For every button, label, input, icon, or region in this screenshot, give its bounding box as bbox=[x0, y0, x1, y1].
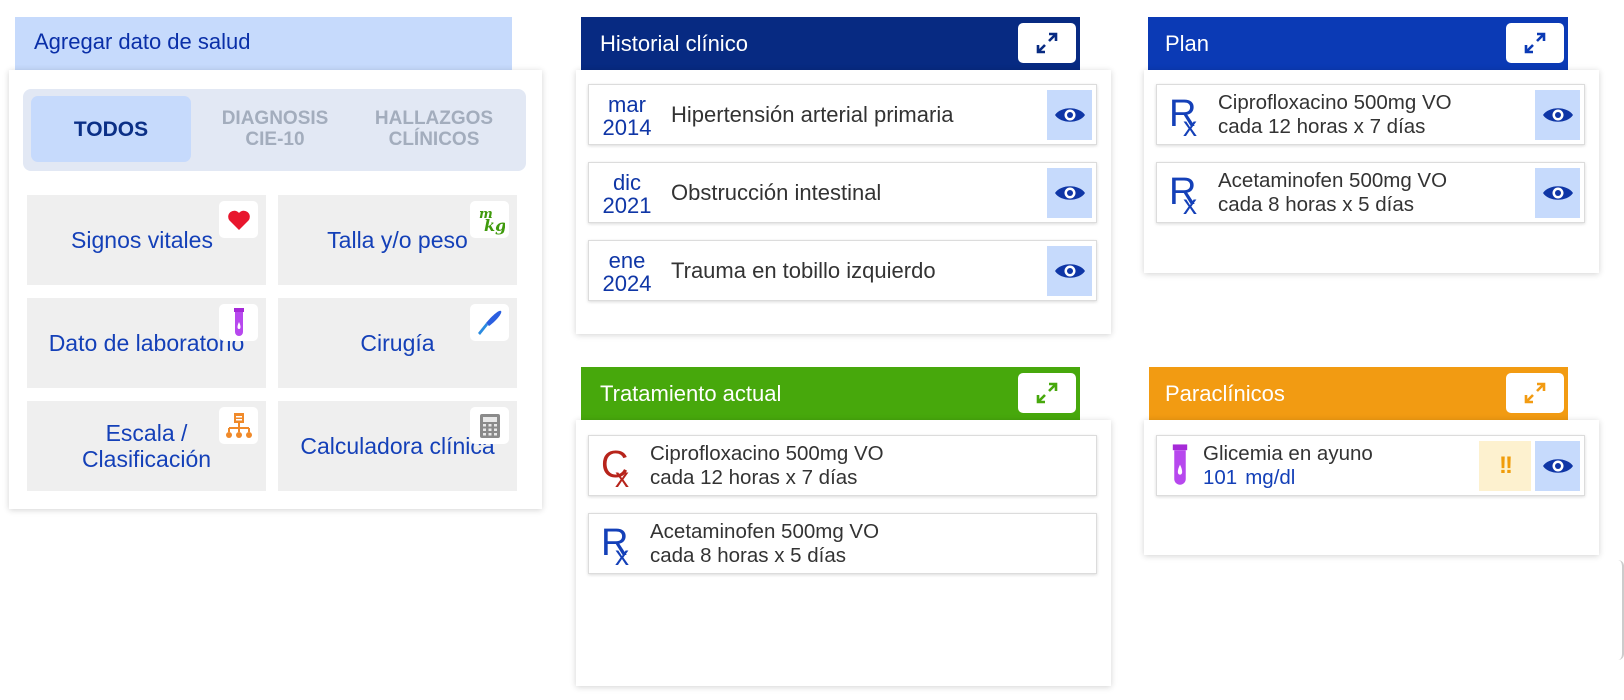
rx-icon: Rx bbox=[1169, 171, 1197, 216]
med-text: Acetaminofen 500mg VO cada 8 horas x 5 dí… bbox=[650, 520, 880, 567]
view-button[interactable] bbox=[1535, 90, 1580, 140]
hierarchy-icon bbox=[219, 407, 258, 444]
expand-icon bbox=[1524, 32, 1546, 54]
svg-text:x: x bbox=[615, 462, 629, 489]
entry-text: Trauma en tobillo izquierdo bbox=[671, 257, 936, 283]
list-item[interactable]: Rx Acetaminofen 500mg VO cada 8 horas x 5… bbox=[588, 513, 1097, 574]
tab-hallazgos-clinicos[interactable]: HALLAZGOS CLÍNICOS bbox=[354, 96, 514, 162]
view-button[interactable] bbox=[1047, 168, 1092, 218]
eye-icon bbox=[1054, 186, 1085, 200]
svg-text:x: x bbox=[1183, 189, 1197, 216]
list-item[interactable]: ene 2024 Trauma en tobillo izquierdo bbox=[588, 240, 1097, 301]
list-item[interactable]: Cx Ciprofloxacino 500mg VO cada 12 horas … bbox=[588, 435, 1097, 496]
tratamiento-expand-button[interactable] bbox=[1018, 373, 1076, 413]
plan-title: Plan bbox=[1165, 30, 1210, 56]
category-tabs: TODOS DIAGNOSIS CIE-10 HALLAZGOS CLÍNICO… bbox=[23, 89, 526, 171]
entry-date: mar 2014 bbox=[602, 92, 652, 140]
historial-title: Historial clínico bbox=[600, 30, 748, 56]
tratamiento-header: Tratamiento actual bbox=[581, 367, 1080, 420]
add-health-title: Agregar dato de salud bbox=[15, 17, 512, 70]
paraclinicos-card: Glicemia en ayuno 101 mg/dl !! bbox=[1144, 420, 1599, 555]
paraclinicos-expand-button[interactable] bbox=[1506, 373, 1564, 413]
svg-text:x: x bbox=[1183, 111, 1197, 138]
expand-icon bbox=[1036, 382, 1058, 404]
expand-icon bbox=[1036, 32, 1058, 54]
tab-todos[interactable]: TODOS bbox=[31, 96, 191, 162]
med-text: Ciprofloxacino 500mg VO cada 12 horas x 7… bbox=[650, 442, 884, 489]
lab-text: Glicemia en ayuno 101 mg/dl bbox=[1203, 442, 1373, 489]
eye-icon bbox=[1542, 459, 1573, 473]
view-button[interactable] bbox=[1047, 246, 1092, 296]
calculator-icon bbox=[470, 407, 509, 444]
expand-icon bbox=[1524, 382, 1546, 404]
entry-text: Obstrucción intestinal bbox=[671, 179, 882, 205]
view-button[interactable] bbox=[1047, 90, 1092, 140]
view-button[interactable] bbox=[1535, 441, 1580, 491]
test-tube-icon bbox=[219, 304, 258, 341]
historial-expand-button[interactable] bbox=[1018, 23, 1076, 63]
entry-date: ene 2024 bbox=[602, 248, 652, 296]
historial-header: Historial clínico bbox=[581, 17, 1080, 70]
tile-dato-laboratorio[interactable]: Dato de laboratorio bbox=[27, 298, 266, 388]
scalpel-icon bbox=[470, 304, 509, 341]
list-item[interactable]: Glicemia en ayuno 101 mg/dl !! bbox=[1156, 435, 1585, 496]
paraclinicos-header: Paraclínicos bbox=[1149, 367, 1568, 420]
entry-text: Hipertensión arterial primaria bbox=[671, 101, 954, 127]
tile-talla-peso[interactable]: Talla y/o peso m kg bbox=[278, 195, 517, 285]
tratamiento-card: Cx Ciprofloxacino 500mg VO cada 12 horas … bbox=[576, 420, 1111, 686]
entry-date: dic 2021 bbox=[602, 170, 652, 218]
list-item[interactable]: Rx Acetaminofen 500mg VO cada 8 horas x 5… bbox=[1156, 162, 1585, 223]
tile-signos-vitales[interactable]: Signos vitales bbox=[27, 195, 266, 285]
list-item[interactable]: Rx Ciprofloxacino 500mg VO cada 12 horas … bbox=[1156, 84, 1585, 145]
historial-card: mar 2014 Hipertensión arterial primaria d… bbox=[576, 70, 1111, 334]
plan-header: Plan bbox=[1148, 17, 1568, 70]
mkg-icon: m kg bbox=[470, 201, 509, 238]
cx-icon: Cx bbox=[601, 444, 629, 489]
rx-icon: Rx bbox=[601, 522, 629, 567]
svg-text:x: x bbox=[615, 540, 629, 567]
eye-icon bbox=[1054, 264, 1085, 278]
heart-icon bbox=[219, 201, 258, 238]
med-text: Acetaminofen 500mg VO cada 8 horas x 5 dí… bbox=[1218, 169, 1448, 216]
tile-escala-clasificacion[interactable]: Escala / Clasificación bbox=[27, 401, 266, 491]
tile-cirugia[interactable]: Cirugía bbox=[278, 298, 517, 388]
plan-card: Rx Ciprofloxacino 500mg VO cada 12 horas … bbox=[1144, 70, 1599, 273]
alert-badge: !! bbox=[1479, 441, 1531, 491]
test-tube-icon bbox=[1172, 444, 1188, 485]
plan-expand-button[interactable] bbox=[1506, 23, 1564, 63]
svg-text:kg: kg bbox=[484, 216, 505, 235]
list-item[interactable]: mar 2014 Hipertensión arterial primaria bbox=[588, 84, 1097, 145]
med-text: Ciprofloxacino 500mg VO cada 12 horas x 7… bbox=[1218, 91, 1452, 138]
eye-icon bbox=[1542, 186, 1573, 200]
paraclinicos-title: Paraclínicos bbox=[1165, 380, 1285, 406]
tab-diagnosis-cie10[interactable]: DIAGNOSIS CIE-10 bbox=[195, 96, 355, 162]
eye-icon bbox=[1054, 108, 1085, 122]
rx-icon: Rx bbox=[1169, 93, 1197, 138]
add-health-panel: TODOS DIAGNOSIS CIE-10 HALLAZGOS CLÍNICO… bbox=[9, 70, 542, 509]
list-item[interactable]: dic 2021 Obstrucción intestinal bbox=[588, 162, 1097, 223]
tile-calculadora-clinica[interactable]: Calculadora clínica bbox=[278, 401, 517, 491]
tratamiento-title: Tratamiento actual bbox=[600, 380, 782, 406]
view-button[interactable] bbox=[1535, 168, 1580, 218]
eye-icon bbox=[1542, 108, 1573, 122]
scroll-edge bbox=[1618, 560, 1624, 660]
